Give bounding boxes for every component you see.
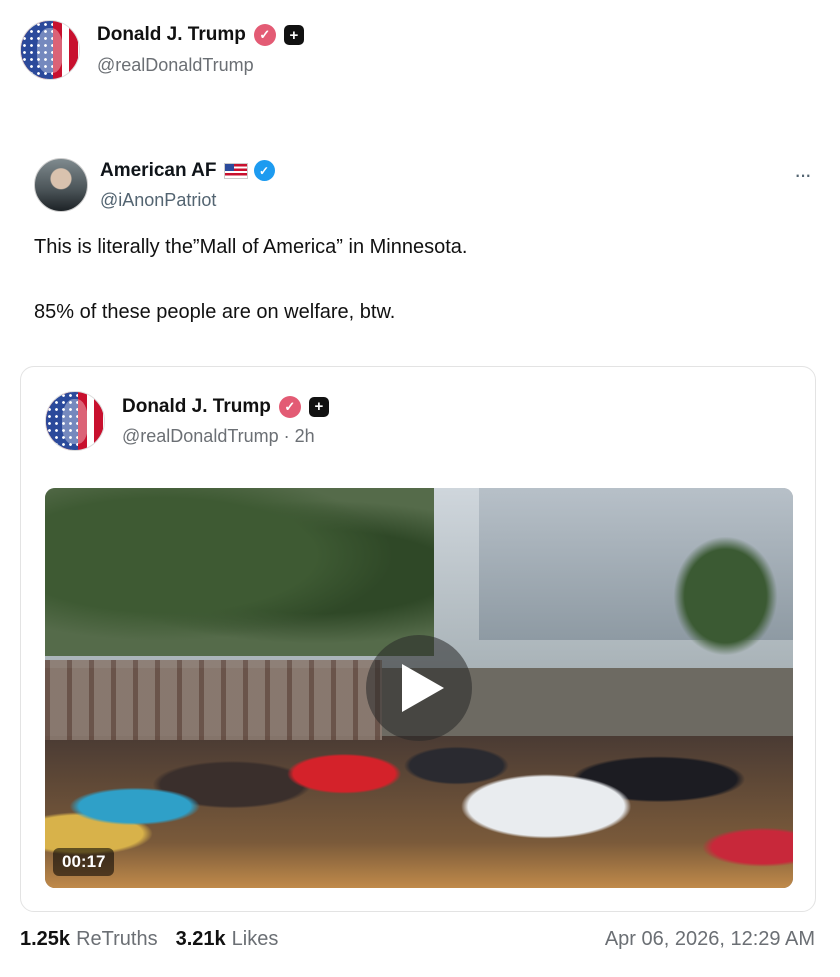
- embedded-post-header: American AF ✓ @iAnonPatriot: [34, 158, 824, 212]
- quoted-author-name[interactable]: Donald J. Trump: [122, 396, 271, 418]
- quoted-author-name-block: Donald J. Trump ✓ + @realDonaldTrump · 2…: [122, 395, 329, 447]
- likes-stat[interactable]: 3.21k Likes: [176, 928, 279, 951]
- verified-badge-icon: ✓: [278, 395, 301, 418]
- quoted-author-avatar[interactable]: [45, 391, 105, 451]
- retruths-label: ReTruths: [76, 928, 158, 950]
- post-text-line-1: This is literally the”Mall of America” i…: [34, 236, 468, 258]
- plus-badge-icon: +: [283, 25, 304, 45]
- embedded-author-name-row: American AF ✓: [100, 160, 275, 182]
- more-options-icon[interactable]: ···: [794, 162, 812, 188]
- embedded-author-avatar[interactable]: [34, 158, 88, 212]
- play-icon: [402, 664, 444, 712]
- video-player[interactable]: 00:17: [45, 488, 793, 888]
- post-header: Donald J. Trump ✓ + @realDonaldTrump: [20, 20, 304, 80]
- video-duration: 00:17: [53, 848, 115, 876]
- embedded-author-name[interactable]: American AF: [100, 160, 217, 182]
- avatar-face: [37, 27, 63, 74]
- quoted-author-name-row: Donald J. Trump ✓ +: [122, 395, 329, 418]
- quoted-post-header: Donald J. Trump ✓ + @realDonaldTrump · 2…: [45, 391, 329, 451]
- quoted-post-card[interactable]: Donald J. Trump ✓ + @realDonaldTrump · 2…: [20, 366, 816, 912]
- verified-blue-icon: ✓: [253, 160, 275, 181]
- post-timestamp: Apr 06, 2026, 12:29 AM: [604, 928, 815, 950]
- author-avatar[interactable]: [20, 20, 80, 80]
- embedded-author-handle[interactable]: @iAnonPatriot: [100, 190, 275, 211]
- verified-badge-icon: ✓: [253, 24, 276, 46]
- embedded-author-name-block: American AF ✓ @iAnonPatriot: [100, 160, 275, 211]
- quoted-author-handle-time[interactable]: @realDonaldTrump · 2h: [122, 426, 329, 447]
- us-flag-icon: [223, 162, 248, 179]
- author-name-row: Donald J. Trump ✓ +: [97, 24, 304, 46]
- author-name-block: Donald J. Trump ✓ + @realDonaldTrump: [97, 24, 304, 76]
- author-handle[interactable]: @realDonaldTrump: [97, 55, 304, 76]
- likes-count: 3.21k: [175, 928, 226, 950]
- retruths-count: 1.25k: [20, 928, 71, 950]
- post-text: This is literally the”Mall of America” i…: [34, 233, 814, 326]
- likes-label: Likes: [231, 928, 279, 950]
- plus-badge-icon: +: [308, 396, 329, 417]
- post-footer: 1.25k ReTruths 3.21k Likes Apr 06, 2026, 1…: [20, 928, 815, 951]
- author-name[interactable]: Donald J. Trump: [97, 24, 246, 46]
- play-button[interactable]: [366, 635, 472, 741]
- embedded-post: American AF ✓ @iAnonPatriot ···: [34, 158, 824, 212]
- retruths-stat[interactable]: 1.25k ReTruths: [20, 928, 158, 951]
- post-text-line-2: 85% of these people are on welfare, btw.: [34, 301, 396, 323]
- avatar-face: [62, 398, 88, 445]
